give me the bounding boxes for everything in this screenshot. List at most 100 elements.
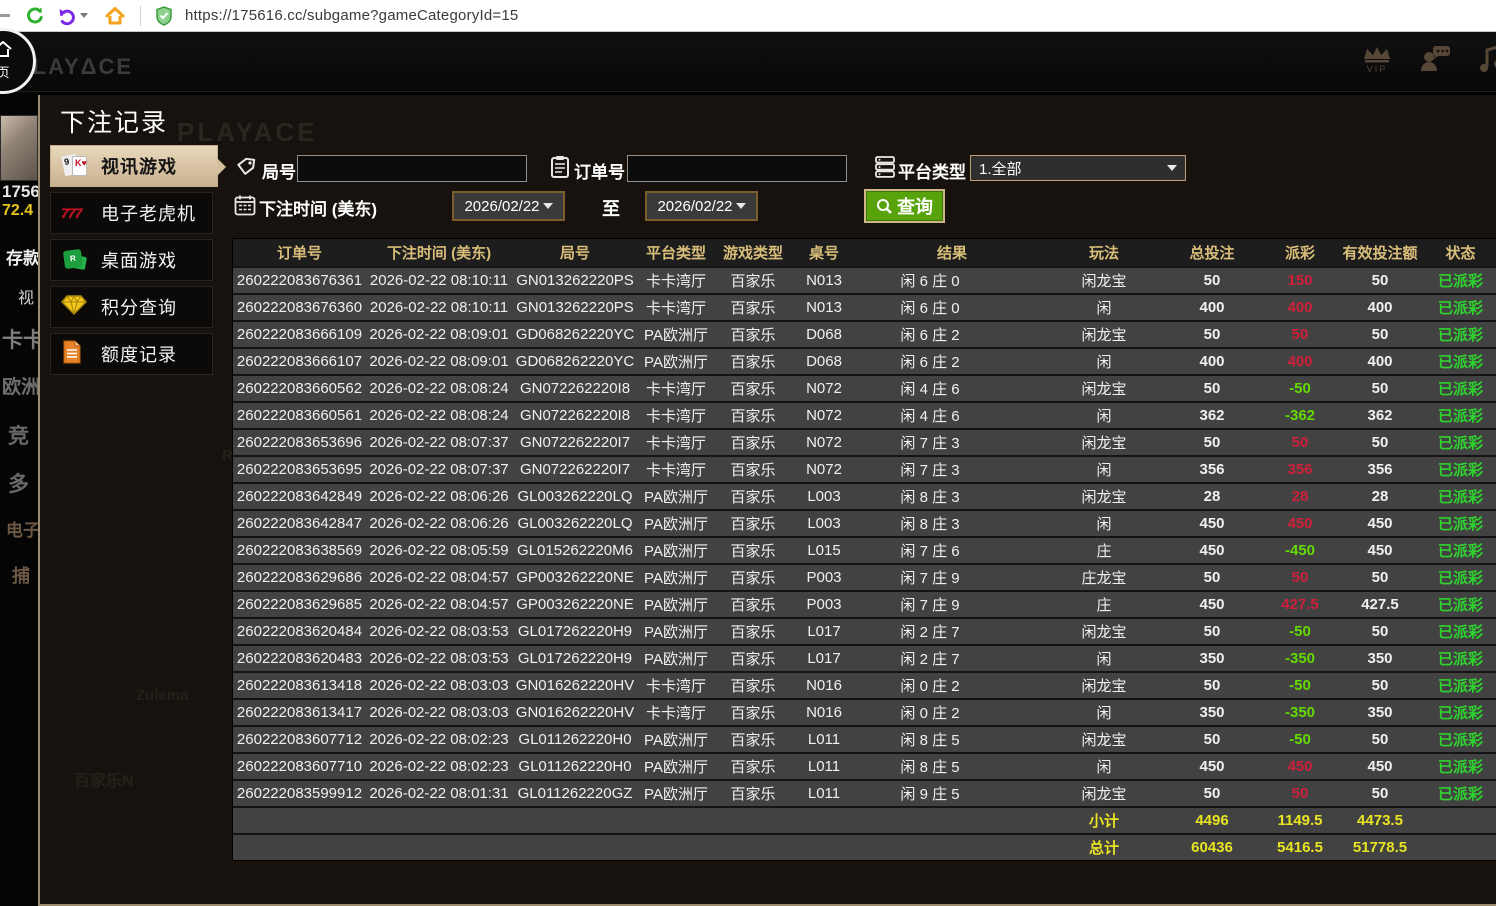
cell-payout: 50 (1291, 434, 1309, 451)
background-fragment: 捕 (12, 566, 30, 586)
background-page-strip: 1756 72.4 存款视卡卡 欧洲竞多电子捕 (0, 92, 38, 906)
cell-round-no: GL003262220LQ (517, 515, 633, 532)
cell-valid-bet: 400 (1367, 353, 1393, 370)
cell-table-no: L011 (807, 758, 841, 775)
cell-order-no: 260222083620483 (236, 650, 363, 667)
music-icon[interactable] (1478, 44, 1496, 74)
cell-total-bet: 50 (1203, 326, 1221, 343)
cell-result: 闲 8 庄 3 (900, 489, 960, 506)
document-icon (61, 340, 91, 369)
subtotal-bet: 4496 (1195, 812, 1229, 829)
cell-platform: 卡卡湾厅 (645, 300, 706, 317)
table-row: 260222083666107 2026-02-22 08:09:01 GD0682… (233, 347, 1496, 374)
url-text[interactable]: https://175616.cc/subgame?gameCategoryId… (185, 7, 518, 24)
cell-play-type: 闲龙宝 (1081, 489, 1127, 506)
order-no-input[interactable] (627, 155, 847, 182)
undo-menu-caret[interactable] (80, 13, 88, 18)
platform-type-select[interactable]: 1.全部 (970, 155, 1186, 181)
menu-item-live-games[interactable]: 9 K♥ 视讯游戏 (50, 145, 226, 187)
background-fragment: 视 (18, 290, 35, 307)
cell-status: 已派彩 (1437, 786, 1483, 803)
cell-valid-bet: 50 (1371, 677, 1389, 694)
cell-game-type: 百家乐 (730, 516, 776, 533)
cell-bet-time: 2026-02-22 08:02:23 (369, 731, 509, 748)
cell-table-no: N072 (806, 380, 842, 397)
customer-service-icon[interactable] (1418, 44, 1452, 74)
cell-order-no: 260222083642847 (236, 515, 363, 532)
cell-table-no: N072 (806, 434, 842, 451)
cell-status: 已派彩 (1437, 597, 1483, 614)
search-icon (877, 198, 892, 214)
cell-total-bet: 50 (1203, 623, 1221, 640)
cell-table-no: N016 (806, 677, 842, 694)
cell-table-no: N072 (806, 461, 842, 478)
cell-payout: 427.5 (1281, 596, 1319, 613)
cell-game-type: 百家乐 (730, 435, 776, 452)
cell-platform: 卡卡湾厅 (645, 381, 706, 398)
cell-game-type: 百家乐 (730, 381, 776, 398)
cell-total-bet: 350 (1199, 650, 1225, 667)
cell-table-no: D068 (806, 326, 842, 343)
cell-total-bet: 50 (1203, 677, 1221, 694)
cell-total-bet: 50 (1203, 380, 1221, 397)
site-header: PLAYΔCE VIP (0, 32, 1496, 92)
cell-valid-bet: 450 (1367, 542, 1393, 559)
undo-icon[interactable] (56, 5, 78, 27)
cell-bet-time: 2026-02-22 08:10:11 (369, 299, 509, 316)
user-avatar (0, 115, 38, 181)
chevron-down-icon (542, 203, 553, 209)
table-header-row: 订单号 下注时间 (美东) 局号 平台类型 游戏类型 桌号 结果 玩法 总投注 … (233, 239, 1496, 266)
cell-platform: PA欧洲厅 (644, 786, 708, 803)
menu-item-table-games[interactable]: R 桌面游戏 (50, 239, 213, 281)
cell-status: 已派彩 (1437, 489, 1483, 506)
cell-platform: PA欧洲厅 (644, 570, 708, 587)
cell-round-no: GL011262220GZ (517, 785, 633, 802)
date-to-picker[interactable]: 2026/02/22 (645, 191, 758, 221)
date-from-picker[interactable]: 2026/02/22 (452, 191, 565, 221)
col-header-table-no: 桌号 (808, 245, 839, 262)
background-fragment: 1756 (2, 182, 38, 201)
cell-platform: PA欧洲厅 (644, 597, 708, 614)
vip-icon[interactable]: VIP (1362, 45, 1392, 74)
cell-bet-time: 2026-02-22 08:08:24 (369, 380, 509, 397)
cell-status: 已派彩 (1437, 543, 1483, 560)
home-icon[interactable] (104, 5, 126, 27)
cell-bet-time: 2026-02-22 08:03:03 (369, 677, 509, 694)
total-bet: 60436 (1191, 839, 1233, 856)
cell-order-no: 260222083629686 (236, 569, 363, 586)
cell-result: 闲 6 庄 0 (900, 273, 960, 290)
cell-valid-bet: 350 (1367, 650, 1393, 667)
cell-play-type: 闲龙宝 (1081, 678, 1127, 695)
cards-icon: 9 K♥ (61, 153, 91, 179)
cell-result: 闲 4 庄 6 (900, 408, 960, 425)
cell-bet-time: 2026-02-22 08:06:26 (369, 515, 509, 532)
col-header-play-type: 玩法 (1088, 245, 1119, 262)
cell-platform: PA欧洲厅 (644, 489, 708, 506)
cell-play-type: 闲 (1096, 408, 1112, 425)
cell-round-no: GL011262220H0 (518, 758, 632, 775)
cell-round-no: GN072262220I7 (519, 461, 631, 478)
cell-valid-bet: 50 (1371, 731, 1389, 748)
cell-table-no: N013 (806, 299, 842, 316)
menu-item-slots[interactable]: 777 电子老虎机 (50, 192, 213, 234)
cell-payout: -50 (1289, 623, 1311, 640)
cell-result: 闲 0 庄 2 (900, 678, 960, 695)
cell-round-no: GN016262220HV (515, 704, 635, 721)
cell-total-bet: 50 (1203, 569, 1221, 586)
cell-play-type: 闲龙宝 (1081, 381, 1127, 398)
to-label: 至 (602, 199, 620, 219)
menu-item-points-query[interactable]: 积分查询 (50, 286, 213, 328)
menu-item-quota-records[interactable]: 额度记录 (50, 333, 213, 375)
round-no-input[interactable] (297, 155, 527, 182)
secure-shield-icon[interactable] (153, 5, 175, 27)
cell-total-bet: 50 (1203, 272, 1221, 289)
cell-order-no: 260222083653696 (236, 434, 363, 451)
search-button[interactable]: 查询 (864, 189, 945, 223)
cell-play-type: 闲 (1096, 651, 1112, 668)
refresh-icon[interactable] (24, 5, 46, 27)
bet-records-table: 订单号 下注时间 (美东) 局号 平台类型 游戏类型 桌号 结果 玩法 总投注 … (232, 238, 1496, 861)
cell-payout: 50 (1291, 326, 1309, 343)
back-icon[interactable] (0, 14, 10, 17)
background-fragment: 存款 (6, 249, 38, 268)
cell-result: 闲 7 庄 6 (900, 543, 960, 560)
